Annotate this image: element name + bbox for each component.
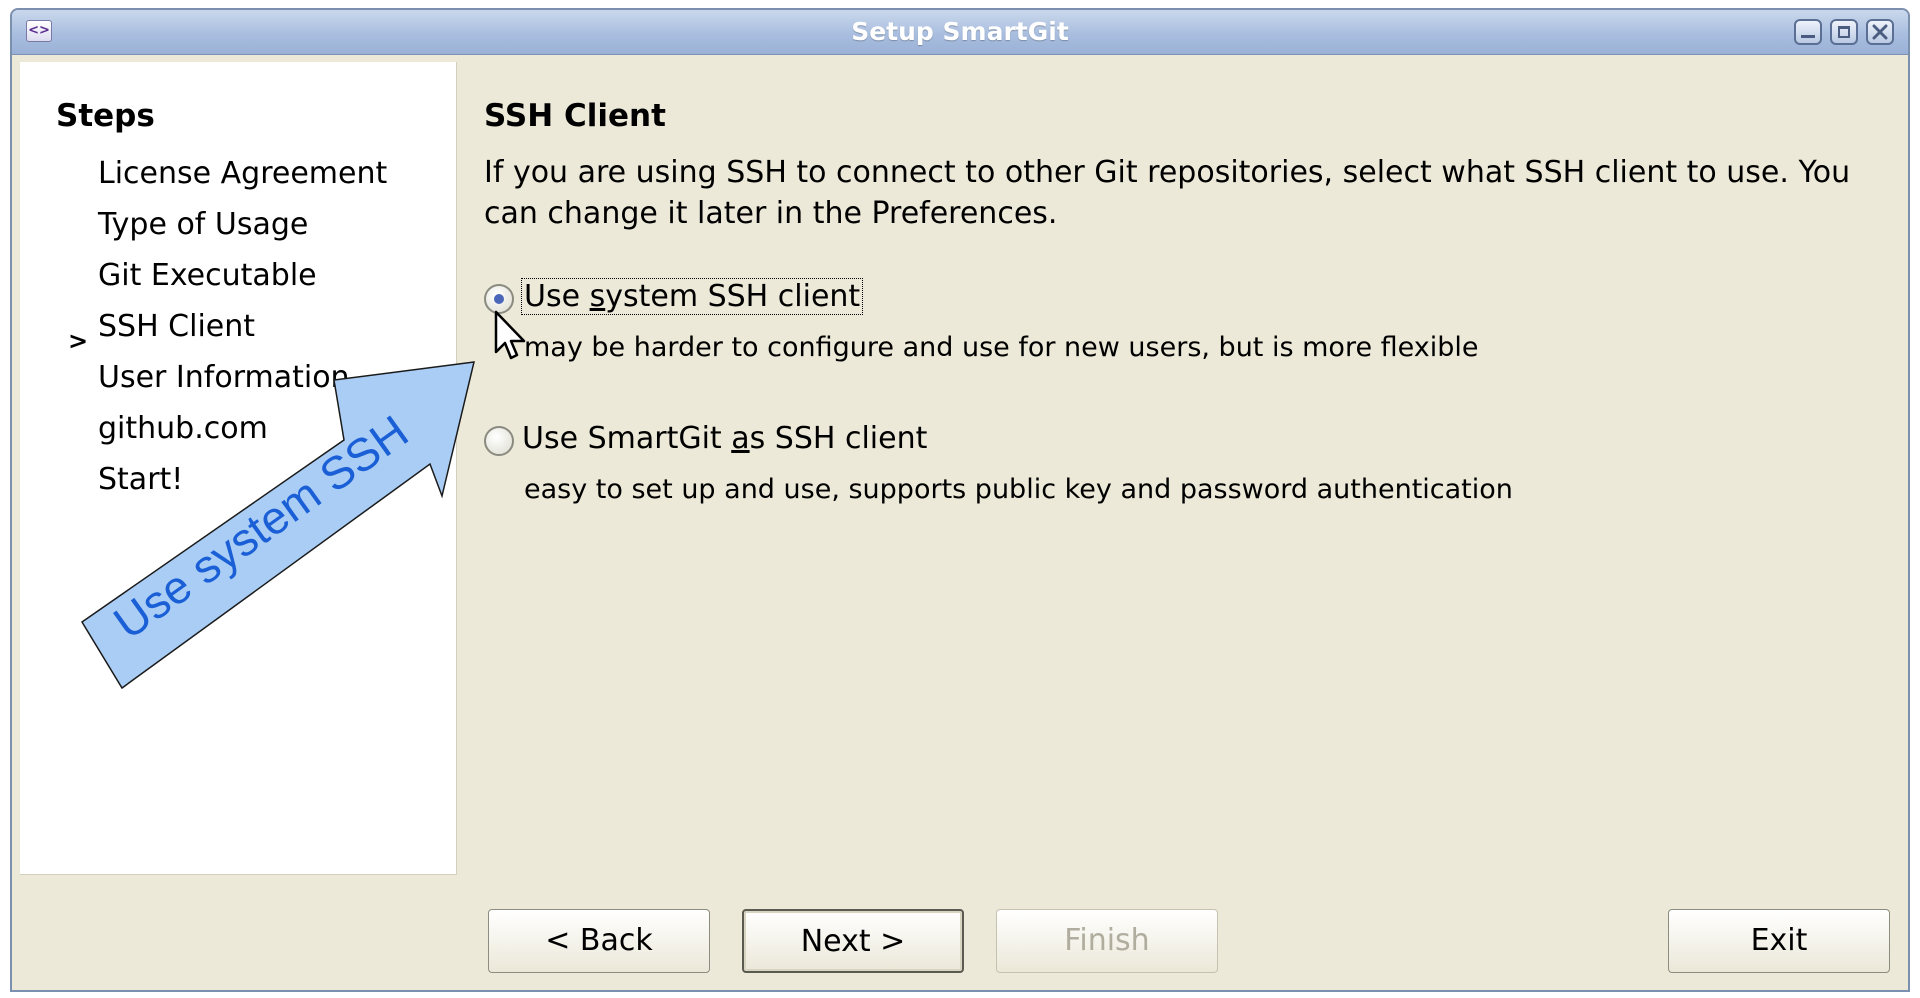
steps-title: Steps — [56, 98, 155, 134]
maximize-icon[interactable] — [1830, 19, 1858, 45]
next-button[interactable]: Next > — [742, 909, 964, 973]
step-ssh-client: SSH Client — [98, 309, 256, 344]
step-user-information: User Information — [98, 360, 350, 395]
system-ssh-hint: may be harder to configure and use for n… — [524, 332, 1479, 363]
smartgit-ssh-label[interactable]: Use SmartGit as SSH client — [522, 421, 927, 456]
finish-button: Finish — [996, 909, 1218, 973]
step-github-com: github.com — [98, 411, 268, 446]
current-step-chevron-icon: > — [68, 327, 89, 355]
system-ssh-label[interactable]: Use system SSH client — [520, 278, 864, 315]
title-bar[interactable]: <> Setup SmartGit — [12, 10, 1908, 55]
smartgit-ssh-radio[interactable] — [484, 426, 514, 456]
step-git-executable: Git Executable — [98, 258, 317, 293]
step-start: Start! — [98, 462, 184, 497]
close-icon[interactable] — [1866, 19, 1894, 45]
smartgit-ssh-hint: easy to set up and use, supports public … — [524, 474, 1513, 505]
section-description: If you are using SSH to connect to other… — [484, 155, 1851, 231]
step-license-agreement: License Agreement — [98, 156, 388, 191]
step-type-of-usage: Type of Usage — [98, 207, 309, 242]
content-panel: SSH Client If you are using SSH to conne… — [456, 62, 1908, 990]
back-button[interactable]: < Back — [488, 909, 710, 973]
section-title: SSH Client — [484, 98, 666, 134]
mouse-pointer-icon — [494, 310, 526, 360]
setup-window: <> Setup SmartGit Steps > License Agreem… — [10, 8, 1910, 992]
window-title: Setup SmartGit — [851, 17, 1069, 46]
steps-panel: Steps > License Agreement Type of Usage … — [20, 62, 457, 875]
minimize-icon[interactable] — [1794, 19, 1822, 45]
exit-button[interactable]: Exit — [1668, 909, 1890, 973]
